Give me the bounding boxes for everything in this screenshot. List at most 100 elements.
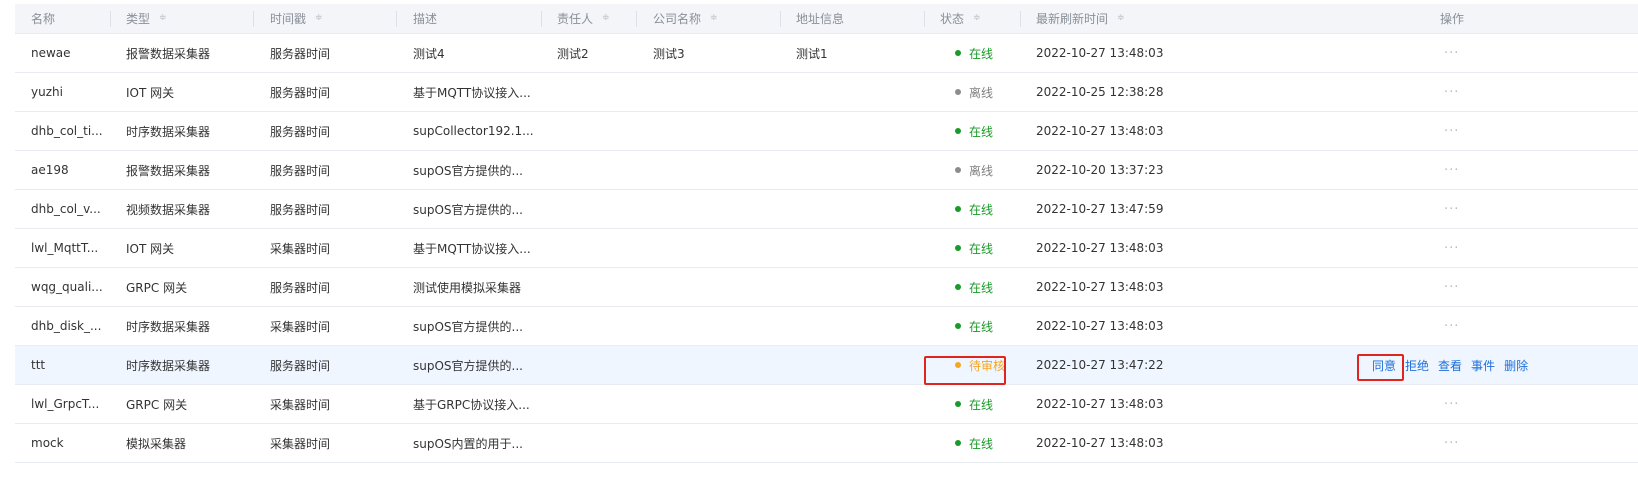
table-row[interactable]: lwl_GrpcT... GRPC 网关 采集器时间 基于GRPC协议接入... 202…	[15, 385, 1638, 424]
cell-refresh: 2022-10-27 13:48:03	[1036, 319, 1164, 333]
more-options-icon[interactable]: ···	[1444, 268, 1459, 306]
cell-refresh: 2022-10-27 13:48:03	[1036, 397, 1164, 411]
table-row[interactable]: ae198 报警数据采集器 服务器时间 supOS官方提供的... 2022-10-20…	[15, 151, 1638, 190]
cell-type: 报警数据采集器	[126, 46, 211, 61]
cell-timestamp: 服务器时间	[270, 358, 331, 373]
more-options-icon[interactable]: ···	[1444, 151, 1459, 189]
table-row[interactable]: mock 模拟采集器 采集器时间 supOS内置的用于... 2022-10-27 13…	[15, 424, 1638, 463]
status-label: 在线	[969, 397, 994, 412]
status-label: 在线	[969, 241, 994, 256]
cell-timestamp: 采集器时间	[270, 397, 331, 412]
table-row[interactable]: dhb_col_ti... 时序数据采集器 服务器时间 supCollector192…	[15, 112, 1638, 151]
cell-refresh: 2022-10-25 12:38:28	[1036, 85, 1164, 99]
status-badge: 离线	[955, 73, 993, 111]
events-button[interactable]: 事件	[1471, 357, 1495, 374]
cell-type: 时序数据采集器	[126, 124, 211, 139]
status-dot-icon	[955, 89, 961, 95]
more-options-icon[interactable]: ···	[1444, 385, 1459, 423]
column-divider	[780, 11, 781, 27]
sort-icon[interactable]: ≑	[315, 14, 323, 23]
table-body: newae 报警数据采集器 服务器时间 测试4 测试2 测试3 测试1 2022-10-27 …	[15, 34, 1638, 463]
table-row[interactable]: dhb_disk_... 时序数据采集器 采集器时间 supOS官方提供的... 202…	[15, 307, 1638, 346]
delete-button[interactable]: 删除	[1504, 357, 1528, 374]
cell-desc: 基于MQTT协议接入...	[413, 85, 531, 100]
status-dot-icon	[955, 245, 961, 251]
column-header-type[interactable]: 类型 ≑	[126, 4, 167, 33]
column-header-timestamp[interactable]: 时间戳 ≑	[270, 4, 323, 33]
cell-refresh: 2022-10-27 13:48:03	[1036, 46, 1164, 60]
table-row[interactable]: newae 报警数据采集器 服务器时间 测试4 测试2 测试3 测试1 2022-10-27 …	[15, 34, 1638, 73]
column-divider	[110, 11, 111, 27]
cell-refresh: 2022-10-27 13:48:03	[1036, 436, 1164, 450]
status-dot-icon	[955, 284, 961, 290]
column-divider	[396, 11, 397, 27]
status-badge: 在线	[955, 229, 993, 267]
status-label: 在线	[969, 436, 994, 451]
cell-refresh: 2022-10-20 13:37:23	[1036, 163, 1164, 177]
cell-desc: supOS内置的用于...	[413, 436, 523, 451]
sort-icon[interactable]: ≑	[973, 14, 981, 23]
cell-name: dhb_disk_...	[31, 319, 102, 333]
status-dot-icon	[955, 440, 961, 446]
agree-highlight-box	[1357, 354, 1404, 381]
sort-icon[interactable]: ≑	[602, 14, 610, 23]
cell-name: yuzhi	[31, 85, 63, 99]
column-divider	[636, 11, 637, 27]
status-badge: 在线	[955, 34, 993, 72]
more-options-icon[interactable]: ···	[1444, 34, 1459, 72]
more-options-icon[interactable]: ···	[1444, 229, 1459, 267]
more-options-icon[interactable]: ···	[1444, 307, 1459, 345]
status-label: 在线	[969, 280, 994, 295]
more-options-icon[interactable]: ···	[1444, 190, 1459, 228]
cell-company: 测试3	[653, 46, 685, 61]
column-header-owner[interactable]: 责任人 ≑	[557, 4, 610, 33]
cell-refresh: 2022-10-27 13:48:03	[1036, 280, 1164, 294]
cell-address: 测试1	[796, 46, 828, 61]
cell-name: wqg_quali...	[31, 280, 103, 294]
table-row[interactable]: wqg_quali... GRPC 网关 服务器时间 测试使用模拟采集器 2022-10…	[15, 268, 1638, 307]
status-badge: 在线	[955, 307, 993, 345]
cell-desc: supOS官方提供的...	[413, 319, 523, 334]
status-highlight-box	[924, 356, 1006, 385]
status-dot-icon	[955, 167, 961, 173]
status-dot-icon	[955, 128, 961, 134]
cell-type: 视频数据采集器	[126, 202, 211, 217]
cell-desc: 测试4	[413, 46, 445, 61]
status-badge: 离线	[955, 151, 993, 189]
sort-icon[interactable]: ≑	[159, 14, 167, 23]
column-divider	[1020, 11, 1021, 27]
status-badge: 在线	[955, 190, 993, 228]
cell-name: mock	[31, 436, 64, 450]
status-dot-icon	[955, 50, 961, 56]
column-divider	[541, 11, 542, 27]
sort-icon[interactable]: ≑	[1117, 14, 1125, 23]
table-row[interactable]: yuzhi IOT 网关 服务器时间 基于MQTT协议接入... 2022-10-25 …	[15, 73, 1638, 112]
more-options-icon[interactable]: ···	[1444, 112, 1459, 150]
cell-name: lwl_GrpcT...	[31, 397, 100, 411]
cell-desc: 基于MQTT协议接入...	[413, 241, 531, 256]
status-badge: 在线	[955, 424, 993, 462]
sort-icon[interactable]: ≑	[710, 14, 718, 23]
cell-desc: supOS官方提供的...	[413, 358, 523, 373]
cell-refresh: 2022-10-27 13:47:22	[1036, 358, 1164, 372]
cell-type: IOT 网关	[126, 85, 175, 100]
status-badge: 在线	[955, 112, 993, 150]
table-row[interactable]: lwl_MqttT... IOT 网关 采集器时间 基于MQTT协议接入... 2022…	[15, 229, 1638, 268]
cell-type: IOT 网关	[126, 241, 175, 256]
status-label: 离线	[969, 85, 994, 100]
more-options-icon[interactable]: ···	[1444, 424, 1459, 462]
column-header-status[interactable]: 状态 ≑	[940, 4, 981, 33]
table-row[interactable]: dhb_col_v... 视频数据采集器 服务器时间 supOS官方提供的... 202…	[15, 190, 1638, 229]
column-header-company[interactable]: 公司名称 ≑	[653, 4, 718, 33]
cell-timestamp: 采集器时间	[270, 436, 331, 451]
cell-timestamp: 采集器时间	[270, 319, 331, 334]
more-options-icon[interactable]: ···	[1444, 73, 1459, 111]
reject-button[interactable]: 拒绝	[1405, 357, 1429, 374]
column-header-refresh[interactable]: 最新刷新时间 ≑	[1036, 4, 1125, 33]
view-button[interactable]: 查看	[1438, 357, 1462, 374]
status-dot-icon	[955, 323, 961, 329]
cell-timestamp: 采集器时间	[270, 241, 331, 256]
cell-name: ae198	[31, 163, 69, 177]
cell-name: dhb_col_ti...	[31, 124, 103, 138]
cell-refresh: 2022-10-27 13:48:03	[1036, 241, 1164, 255]
